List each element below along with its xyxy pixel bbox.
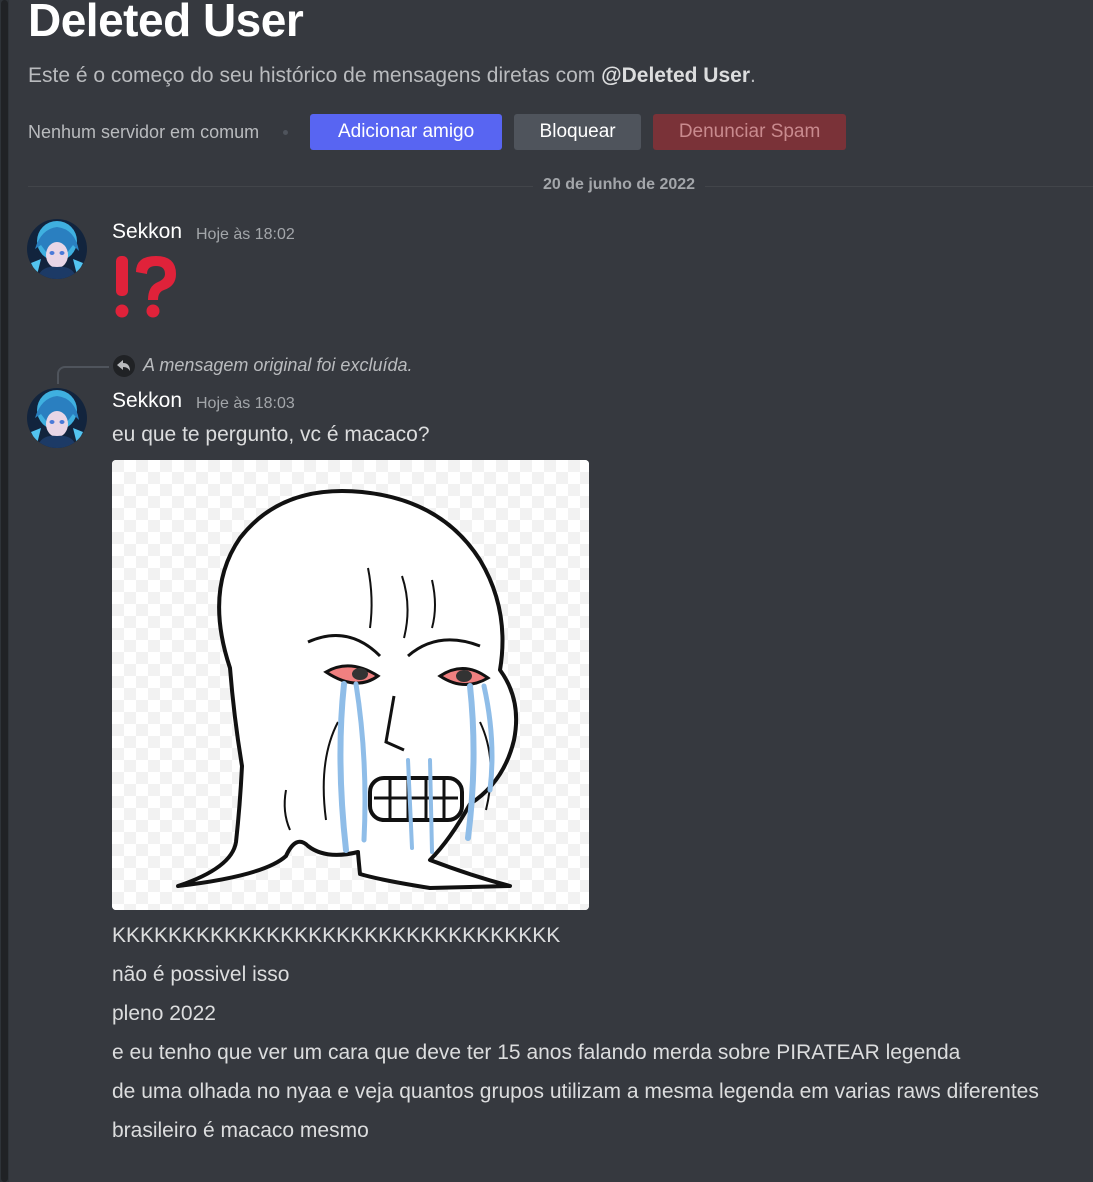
scrollbar-thumb[interactable] <box>1 0 8 1182</box>
intro-prefix: Este é o começo do seu histórico de mens… <box>28 64 602 87</box>
mutual-servers-text: Nenhum servidor em comum <box>28 121 260 142</box>
message-author[interactable]: Sekkon <box>112 220 182 244</box>
reply-deleted-notice[interactable]: A mensagem original foi excluída. <box>143 355 412 376</box>
message-text: pleno 2022 <box>112 1002 216 1025</box>
message-author[interactable]: Sekkon <box>112 389 182 413</box>
intro-username: @Deleted User <box>601 64 751 87</box>
avatar-image <box>27 388 87 448</box>
image-attachment[interactable] <box>112 460 589 910</box>
intro-suffix: . <box>750 64 756 87</box>
interrobang-icon <box>115 256 176 318</box>
message-text: de uma olhada no nyaa e veja quantos gru… <box>112 1080 1039 1103</box>
reply-icon <box>113 355 135 377</box>
message-timestamp: Hoje às 18:03 <box>196 395 295 412</box>
separator-dot <box>283 129 289 135</box>
profile-actions: Nenhum servidor em comum Adicionar amigo… <box>28 114 858 150</box>
block-button[interactable]: Bloquear <box>514 114 642 150</box>
message-text: e eu tenho que ver um cara que deve ter … <box>112 1041 961 1064</box>
add-friend-button[interactable]: Adicionar amigo <box>310 114 503 150</box>
scrollbar-track[interactable] <box>0 0 9 1182</box>
message-text: eu que te pergunto, vc é macaco? <box>112 423 430 446</box>
author-avatar[interactable] <box>27 388 87 448</box>
reply-spine <box>57 366 109 384</box>
message-timestamp: Hoje às 18:02 <box>196 226 295 243</box>
report-spam-button[interactable]: Denunciar Spam <box>653 114 847 150</box>
crying-wojak-meme <box>112 460 589 910</box>
author-avatar[interactable] <box>27 219 87 279</box>
message-text: não é possivel isso <box>112 963 290 986</box>
message-text: KKKKKKKKKKKKKKKKKKKKKKKKKKKKKKKK <box>112 924 561 947</box>
message-text: brasileiro é macaco mesmo <box>112 1119 369 1142</box>
date-divider-label: 20 de junho de 2022 <box>533 176 706 194</box>
dm-intro-text: Este é o começo do seu histórico de mens… <box>28 62 756 90</box>
page-title: Deleted User <box>28 0 304 46</box>
avatar-image <box>27 219 87 279</box>
